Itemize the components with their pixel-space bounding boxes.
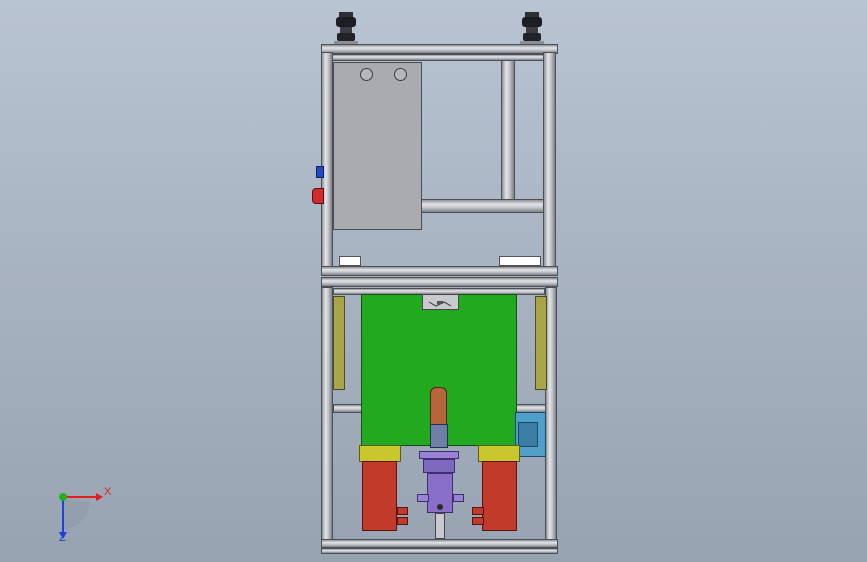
right-cylinder-bracket bbox=[478, 445, 520, 462]
panel-hole-left bbox=[360, 68, 373, 81]
motor-collar bbox=[423, 459, 455, 473]
center-pin bbox=[430, 387, 447, 425]
divider-rail-top bbox=[321, 266, 558, 276]
coordinate-triad: X Z bbox=[46, 480, 126, 546]
right-cylinder-port-top bbox=[472, 507, 484, 515]
left-cylinder-port-bottom bbox=[397, 517, 408, 525]
triad-axes-icon bbox=[59, 493, 103, 539]
top-rail-inner bbox=[329, 54, 551, 61]
triad-z-label: Z bbox=[59, 532, 66, 544]
right-side-guide bbox=[535, 296, 547, 390]
lower-left-crossbar bbox=[333, 404, 363, 413]
motor-bolt-right bbox=[453, 494, 464, 502]
upper-left-post bbox=[321, 52, 333, 272]
side-switch-blue[interactable] bbox=[316, 166, 324, 178]
pin-coupling bbox=[430, 424, 448, 448]
divider-rail-bottom bbox=[321, 277, 558, 287]
left-label-slot bbox=[339, 256, 361, 266]
motor-flange bbox=[419, 451, 459, 459]
left-cylinder-bracket bbox=[359, 445, 401, 462]
bottom-rail-lower bbox=[321, 548, 558, 554]
cad-viewport[interactable] bbox=[0, 0, 867, 562]
right-air-cylinder bbox=[482, 461, 517, 531]
lower-left-post bbox=[321, 287, 333, 540]
top-rail bbox=[321, 44, 558, 54]
sensor-box-face bbox=[518, 422, 538, 447]
upper-mid-beam bbox=[421, 199, 544, 213]
triad-x-label: X bbox=[104, 486, 112, 498]
left-side-guide bbox=[333, 296, 345, 390]
top-right-foot-icon bbox=[519, 11, 545, 45]
upper-right-post bbox=[543, 52, 556, 272]
right-cylinder-port-bottom bbox=[472, 517, 484, 525]
control-panel bbox=[333, 62, 422, 230]
upper-mid-post bbox=[501, 60, 515, 202]
left-cylinder-port-top bbox=[397, 507, 408, 515]
emergency-stop-button[interactable] bbox=[312, 188, 324, 204]
right-label-slot bbox=[499, 256, 541, 266]
motor-bolt-left bbox=[417, 494, 429, 502]
motor-nut bbox=[437, 504, 443, 510]
clamp-detail-icon bbox=[428, 295, 452, 307]
bottom-rail bbox=[321, 539, 558, 548]
panel-hole-right bbox=[394, 68, 407, 81]
motor-shaft bbox=[435, 513, 445, 539]
top-left-foot-icon bbox=[333, 11, 359, 45]
left-air-cylinder bbox=[362, 461, 397, 531]
